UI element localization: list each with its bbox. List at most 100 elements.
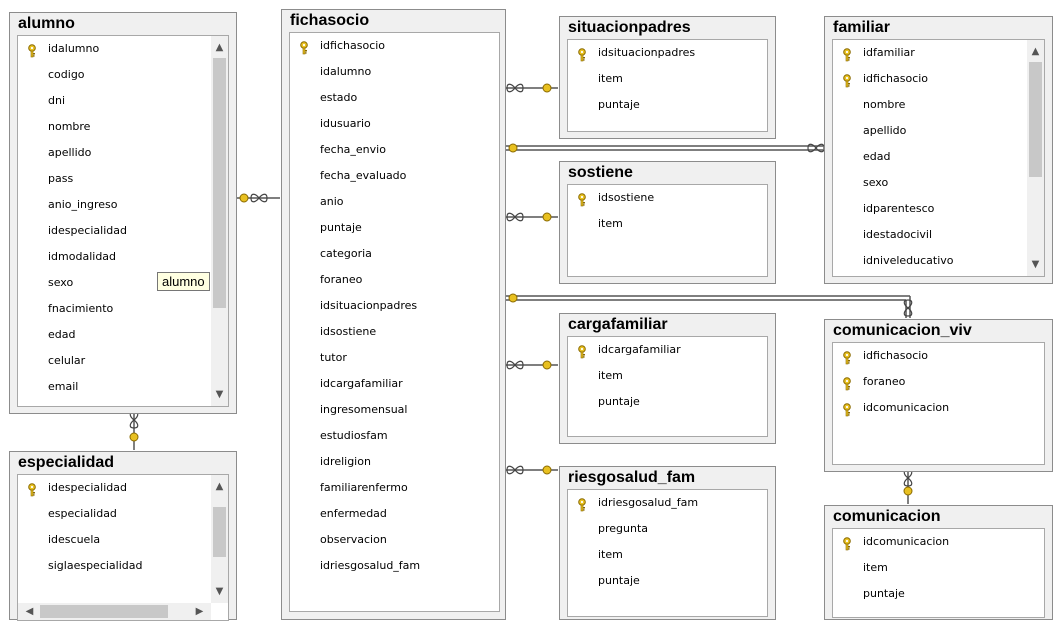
vertical-scrollbar[interactable]: ▲ ▼ (1027, 40, 1044, 276)
column-row[interactable]: enfermedad (290, 501, 499, 527)
column-row[interactable]: idriesgosalud_fam (568, 490, 767, 516)
column-name: idfamiliar (863, 46, 915, 59)
table-especialidad[interactable]: especialidad idespecialidad especialidad i… (9, 451, 237, 621)
column-row[interactable]: nombre (18, 114, 228, 140)
table-sostiene[interactable]: sostiene idsostiene item (559, 161, 776, 284)
column-row[interactable]: puntaje (568, 92, 767, 118)
column-row[interactable]: item (568, 66, 767, 92)
column-row[interactable]: anio_ingreso (18, 192, 228, 218)
column-row[interactable]: idsituacionpadres (290, 293, 499, 319)
column-row[interactable]: celular (18, 348, 228, 374)
column-name: anio_ingreso (48, 198, 118, 211)
column-row[interactable]: item (568, 363, 767, 389)
column-row[interactable]: siglaespecialidad (18, 553, 228, 579)
table-riesgosalud_fam[interactable]: riesgosalud_fam idriesgosalud_fam pregunt… (559, 466, 776, 620)
column-row[interactable]: idespecialidad (18, 475, 228, 501)
table-title: familiar (833, 19, 890, 36)
scroll-down-icon[interactable]: ▼ (211, 583, 228, 600)
table-comunicacion_viv[interactable]: comunicacion_viv idfichasocio foraneo idco… (824, 319, 1053, 472)
column-row[interactable]: codigo (18, 62, 228, 88)
column-name: idfichasocio (320, 39, 386, 52)
column-row[interactable]: especialidad (18, 501, 228, 527)
scroll-right-icon[interactable]: ▶ (191, 603, 208, 620)
column-row[interactable]: dni (18, 88, 228, 114)
column-row[interactable]: idcomunicacion (833, 395, 1044, 421)
scroll-down-icon[interactable]: ▼ (1027, 256, 1044, 273)
column-row[interactable]: idsituacionpadres (568, 40, 767, 66)
table-familiar[interactable]: familiar idfamiliar idfichasocio nombre ape… (824, 16, 1053, 284)
vertical-scrollbar[interactable]: ▲ ▼ (211, 475, 228, 603)
column-row[interactable]: estudiosfam (290, 423, 499, 449)
column-row[interactable]: idmodalidad (18, 244, 228, 270)
scroll-thumb[interactable] (213, 507, 226, 557)
column-row[interactable]: idcargafamiliar (290, 371, 499, 397)
scroll-up-icon[interactable]: ▲ (211, 478, 228, 495)
column-row[interactable]: idestadocivil (833, 222, 1044, 248)
column-row[interactable]: sexo (833, 170, 1044, 196)
column-row[interactable]: nombre (833, 92, 1044, 118)
scroll-thumb[interactable] (213, 58, 226, 308)
table-cargafamiliar[interactable]: cargafamiliar idcargafamiliar item puntaje (559, 313, 776, 444)
scroll-down-icon[interactable]: ▼ (211, 386, 228, 403)
scroll-up-icon[interactable]: ▲ (1027, 43, 1044, 60)
column-row[interactable]: idespecialidad (18, 218, 228, 244)
column-list: idfichasocio foraneo idcomunicacion (832, 342, 1045, 465)
column-row[interactable]: ingresomensual (290, 397, 499, 423)
column-name: fecha_evaluado (320, 169, 407, 182)
column-row[interactable]: estado (290, 85, 499, 111)
column-row[interactable]: idcargafamiliar (568, 337, 767, 363)
column-row[interactable]: pregunta (568, 516, 767, 542)
column-row[interactable]: fnacimiento (18, 296, 228, 322)
column-row[interactable]: tutor (290, 345, 499, 371)
scroll-up-icon[interactable]: ▲ (211, 39, 228, 56)
column-row[interactable]: idcomunicacion (833, 529, 1044, 555)
column-row[interactable]: item (568, 542, 767, 568)
column-row[interactable]: item (833, 555, 1044, 581)
column-row[interactable]: idfichasocio (290, 33, 499, 59)
column-row[interactable]: idusuario (290, 111, 499, 137)
column-row[interactable]: categoria (290, 241, 499, 267)
column-row[interactable]: idalumno (18, 36, 228, 62)
table-situacionpadres[interactable]: situacionpadres idsituacionpadres item pun… (559, 16, 776, 139)
scroll-thumb[interactable] (1029, 62, 1042, 177)
column-row[interactable]: idriesgosalud_fam (290, 553, 499, 579)
column-row[interactable]: fecha_evaluado (290, 163, 499, 189)
column-name: puntaje (598, 98, 640, 111)
column-row[interactable]: email (18, 374, 228, 400)
column-row[interactable]: familiarenfermo (290, 475, 499, 501)
column-row[interactable]: idsostiene (568, 185, 767, 211)
vertical-scrollbar[interactable]: ▲ ▼ (211, 36, 228, 406)
column-row[interactable]: apellido (18, 140, 228, 166)
table-comunicacion[interactable]: comunicacion idcomunicacion item puntaje (824, 505, 1053, 620)
column-row[interactable]: anio (290, 189, 499, 215)
scroll-left-icon[interactable]: ◀ (21, 603, 38, 620)
column-row[interactable]: puntaje (568, 389, 767, 415)
column-row[interactable]: idfichasocio (833, 66, 1044, 92)
column-row[interactable]: edad (833, 144, 1044, 170)
column-row[interactable]: idfichasocio (833, 343, 1044, 369)
column-row[interactable]: puntaje (568, 568, 767, 594)
table-alumno[interactable]: alumno idalumno codigo dni nombre apellido pa… (9, 12, 237, 414)
column-row[interactable]: idreligion (290, 449, 499, 475)
column-row[interactable]: pass (18, 166, 228, 192)
column-row[interactable]: foraneo (290, 267, 499, 293)
column-row[interactable]: puntaje (290, 215, 499, 241)
horizontal-scrollbar[interactable]: ◀ ▶ (18, 603, 211, 620)
column-row[interactable]: idparentesco (833, 196, 1044, 222)
column-row[interactable]: item (568, 211, 767, 237)
column-row[interactable]: apellido (833, 118, 1044, 144)
column-row[interactable]: idniveleducativo (833, 248, 1044, 274)
column-row[interactable]: idescuela (18, 527, 228, 553)
column-row[interactable]: fecha_envio (290, 137, 499, 163)
scroll-thumb[interactable] (40, 605, 168, 618)
column-row[interactable]: idfamiliar (833, 40, 1044, 66)
column-row[interactable]: edad (18, 322, 228, 348)
column-name: item (598, 217, 623, 230)
column-name: idcomunicacion (863, 401, 950, 414)
column-row[interactable]: foraneo (833, 369, 1044, 395)
table-fichasocio[interactable]: fichasocio idfichasocio idalumno estado idu… (281, 9, 506, 620)
column-row[interactable]: idalumno (290, 59, 499, 85)
column-row[interactable]: observacion (290, 527, 499, 553)
column-row[interactable]: idsostiene (290, 319, 499, 345)
column-row[interactable]: puntaje (833, 581, 1044, 607)
